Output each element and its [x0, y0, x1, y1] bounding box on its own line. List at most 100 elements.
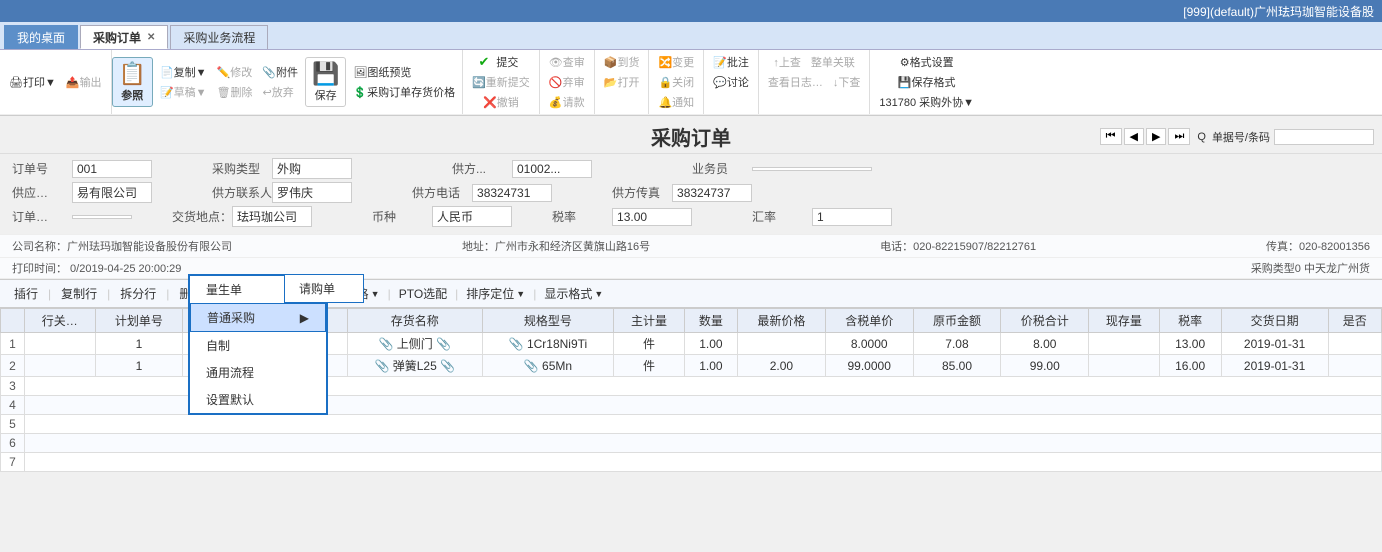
submenu-arrow-icon: ▶ [300, 311, 309, 325]
whole-link-button[interactable]: 整单关联 [806, 52, 860, 72]
export-label: 输出 [80, 74, 102, 90]
request-pay-icon: 💰 [549, 96, 563, 109]
col-unit: 主计量 [614, 309, 685, 333]
nav-next-button[interactable]: ▶ [1146, 128, 1166, 145]
company-name: 公司名称：广州珐玛珈智能设备股份有限公司 [12, 238, 232, 254]
arrive-button[interactable]: 📦到货 [599, 52, 645, 72]
purchase-req-menu-item[interactable]: 请购单 [285, 275, 363, 302]
attach-icon: 📎 [262, 66, 276, 79]
draft-icon: 📝 [160, 86, 174, 99]
col-is-check: 是否 [1328, 309, 1381, 333]
pto-match-dropdown[interactable]: PTO选配 [393, 283, 453, 304]
tab-home-label: 我的桌面 [17, 29, 65, 46]
modify-button[interactable]: ✏️修改 [212, 62, 258, 82]
tax-rate-value: 13.00 [612, 208, 692, 226]
comment-button[interactable]: 📝批注 [708, 52, 754, 72]
print-time: 打印时间： 0/2019-04-25 20:00:29 [12, 260, 181, 276]
discuss-icon: 💬 [713, 76, 727, 89]
refer-button[interactable]: 📋 参照 [112, 57, 153, 107]
attach-button[interactable]: 📎附件 [257, 62, 303, 82]
form-row-3: 订单… 交货地点： 珐玛珈公司 币种 人民币 税率 13.00 汇率 1 [12, 206, 1370, 227]
cancel-icon: ❌ [483, 96, 497, 109]
refer-label: 参照 [121, 87, 143, 103]
cancel-submit-button[interactable]: ❌撤销 [478, 92, 524, 112]
open-button[interactable]: 📂打开 [599, 72, 645, 92]
down-check-button[interactable]: ↓下查 [828, 72, 866, 92]
discard-button[interactable]: ↩放弃 [258, 82, 299, 102]
display-caret-icon: ▼ [594, 289, 603, 299]
save-format-button[interactable]: 💾保存格式 [893, 72, 961, 92]
tax-total-1: 8.00 [1001, 333, 1089, 355]
order-price-icon: 💲 [353, 86, 367, 99]
table-row: 7 [1, 453, 1382, 472]
tab-purchase-order[interactable]: 采购订单 ✕ [80, 25, 168, 49]
nav-last-button[interactable]: ⏭ [1168, 128, 1190, 145]
copy-icon: 📄 [160, 66, 174, 79]
col-plan-no: 计划单号 [95, 309, 183, 333]
resubmit-icon: 🔄 [472, 76, 486, 89]
col-delivery-date: 交货日期 [1221, 309, 1328, 333]
check-log-button[interactable]: 查看日志… [763, 72, 828, 92]
display-format-dropdown[interactable]: 显示格式 ▼ [538, 283, 609, 304]
format-select-button[interactable]: 131780 采购外协▼ [874, 92, 979, 112]
form-row-2: 供应… 易有限公司 供方联系人 罗伟庆 供方电话 38324731 供方传真 3… [12, 182, 1370, 203]
export-icon: 📤 [66, 76, 80, 89]
delivery-date-2: 2019-01-31 [1221, 355, 1328, 377]
supplier-fax-label: 供方传真 [612, 184, 672, 201]
normal-purchase-menu-item[interactable]: 普通采购 ▶ [190, 303, 326, 332]
discuss-button[interactable]: 💬讨论 [708, 72, 754, 92]
sort-pos-dropdown[interactable]: 排序定位 ▼ [460, 283, 531, 304]
resubmit-button[interactable]: 🔄重新提交 [467, 72, 535, 92]
drawing-button[interactable]: 🖼图纸预览 [348, 62, 460, 82]
row-num-2: 2 [1, 355, 25, 377]
purchase-type-value: 外购 [272, 158, 352, 179]
nav-search-input[interactable] [1274, 129, 1374, 145]
submit-button[interactable]: 提交 [491, 52, 523, 72]
draft-button[interactable]: 📝草稿▼ [155, 82, 212, 102]
save-format-icon: 💾 [898, 76, 912, 89]
toolbar-group-arrive: 📦到货 📂打开 [595, 50, 650, 114]
form-row-1: 订单号 001 采购类型 外购 供方... 01002... 业务员 [12, 158, 1370, 179]
change-button[interactable]: 🔀变更 [653, 52, 699, 72]
qty-2: 1.00 [684, 355, 737, 377]
salesman-value [752, 167, 872, 171]
row-num-4: 4 [1, 396, 25, 415]
export-button[interactable]: 📤 输出 [61, 72, 107, 92]
self-make-menu-item[interactable]: 自制 [190, 332, 326, 359]
notify-button[interactable]: 🔔通知 [653, 92, 699, 112]
table-row: 6 [1, 434, 1382, 453]
nav-prev-button[interactable]: ◀ [1124, 128, 1144, 145]
order-price-button[interactable]: 💲采购订单存货价格 [348, 82, 460, 102]
copy-row-button[interactable]: 复制行 [53, 283, 105, 304]
stock-name-1: 📎 上侧门 📎 [347, 333, 482, 355]
common-flow-menu-item[interactable]: 通用流程 [190, 359, 326, 386]
col-tax-rate: 税率 [1159, 309, 1221, 333]
save-button[interactable]: 💾 保存 [305, 57, 346, 107]
title-text: [999](default)广州珐玛珈智能设备股 [1183, 3, 1374, 20]
approve-button[interactable]: 👁查审 [544, 52, 590, 72]
main-content: 量生单 普通采购 ▶ 自制 通用流程 设置默认 请购单 [0, 116, 1382, 552]
nav-first-button[interactable]: ⏮ [1100, 128, 1122, 145]
toolbar-group-edit: 📋 参照 📄复制▼ ✏️修改 📎附件 [112, 50, 464, 114]
copy-button[interactable]: 📄复制▼ [155, 62, 212, 82]
format-setting-button[interactable]: ⚙格式设置 [895, 52, 959, 72]
unit-1: 件 [614, 333, 685, 355]
reject-button[interactable]: 🚫弃审 [544, 72, 590, 92]
supplier-contact-label: 供方联系人 [212, 184, 272, 201]
tab-purchase-flow[interactable]: 采购业务流程 [170, 25, 268, 49]
delete-icon: 🗑 [217, 86, 231, 99]
insert-row-button[interactable]: 插行 [6, 283, 46, 304]
supplier-value: 01002... [512, 160, 592, 178]
print-button[interactable]: 🖨 打印▼ [4, 72, 61, 92]
toolbar-group-print: 🖨 打印▼ 📤 输出 [0, 50, 112, 114]
split-row-button[interactable]: 拆分行 [112, 283, 164, 304]
tax-rate-2: 16.00 [1159, 355, 1221, 377]
close-icon[interactable]: ✕ [147, 32, 155, 43]
tab-home[interactable]: 我的桌面 [4, 25, 78, 49]
set-default-menu-item[interactable]: 设置默认 [190, 386, 326, 413]
close-button[interactable]: 🔒关闭 [653, 72, 699, 92]
up-check-button[interactable]: ↑上查 [768, 52, 806, 72]
print-label: 打印▼ [23, 74, 56, 90]
request-pay-button[interactable]: 💰请款 [544, 92, 590, 112]
delete-button[interactable]: 🗑删除 [212, 82, 258, 102]
